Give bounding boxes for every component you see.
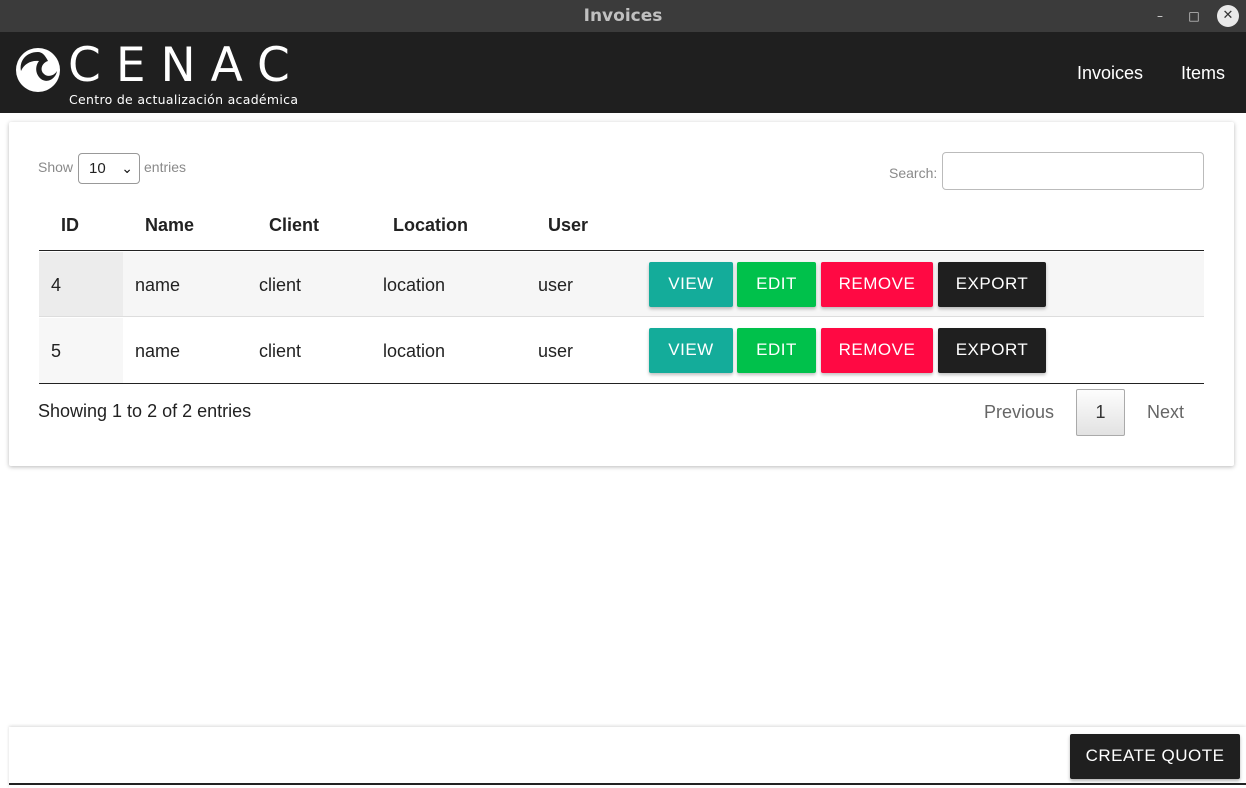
column-header-name[interactable]: Name (145, 215, 194, 236)
minimize-icon[interactable]: – (1149, 5, 1171, 27)
search-label: Search: (889, 165, 938, 181)
pagination-previous[interactable]: Previous (984, 402, 1054, 423)
edit-button[interactable]: EDIT (737, 262, 816, 307)
cell-location: location (383, 275, 446, 295)
app-header: CENAC Centro de actualización académica … (0, 32, 1246, 113)
table-row: 4 name client location user VIEW EDIT RE… (39, 252, 1204, 317)
column-header-location[interactable]: Location (393, 215, 468, 236)
column-header-id[interactable]: ID (61, 215, 79, 236)
cell-location: location (383, 341, 446, 361)
cell-user: user (538, 275, 574, 295)
table-header: ID Name Client Location User (39, 202, 1204, 251)
export-button[interactable]: EXPORT (938, 328, 1046, 373)
chevron-down-icon: ⌄ (121, 160, 133, 176)
logo-swirl-icon (16, 48, 60, 92)
cell-name: name (135, 341, 181, 361)
edit-button[interactable]: EDIT (737, 328, 816, 373)
view-button[interactable]: VIEW (649, 328, 733, 373)
entries-value: 10 (89, 160, 106, 177)
logo-wordmark: CENAC (68, 38, 305, 93)
search-input[interactable] (942, 152, 1204, 190)
entries-select[interactable]: 10 ⌄ (78, 153, 140, 184)
cenac-logo[interactable]: CENAC Centro de actualización académica (12, 38, 302, 107)
logo-subtitle: Centro de actualización académica (69, 92, 299, 107)
cell-client: client (259, 275, 302, 295)
cell-user: user (538, 341, 574, 361)
pagination-next[interactable]: Next (1147, 402, 1184, 423)
pagination-page-1[interactable]: 1 (1076, 389, 1125, 436)
nav-invoices[interactable]: Invoices (1077, 63, 1143, 84)
close-icon[interactable]: ✕ (1217, 5, 1239, 27)
table-info: Showing 1 to 2 of 2 entries (38, 401, 252, 421)
footer-divider (9, 783, 1246, 785)
remove-button[interactable]: REMOVE (821, 262, 933, 307)
create-quote-button[interactable]: CREATE QUOTE (1070, 734, 1240, 779)
view-button[interactable]: VIEW (649, 262, 733, 307)
window-titlebar: Invoices – □ ✕ (0, 0, 1246, 32)
footer-bar: CREATE QUOTE (9, 727, 1246, 788)
nav-items[interactable]: Items (1181, 63, 1225, 84)
cell-id: 4 (51, 275, 62, 295)
maximize-icon[interactable]: □ (1183, 5, 1205, 27)
export-button[interactable]: EXPORT (938, 262, 1046, 307)
remove-button[interactable]: REMOVE (821, 328, 933, 373)
entries-label: entries (144, 159, 187, 175)
column-header-client[interactable]: Client (269, 215, 319, 236)
show-label: Show (38, 159, 74, 175)
table-row: 5 name client location user VIEW EDIT RE… (39, 318, 1204, 384)
cell-name: name (135, 275, 181, 295)
window-title: Invoices (583, 6, 663, 26)
invoices-card: Show 10 ⌄ entries Search: ID Name Client… (9, 122, 1234, 466)
cell-client: client (259, 341, 302, 361)
cell-id: 5 (51, 341, 62, 361)
column-header-user[interactable]: User (548, 215, 588, 236)
